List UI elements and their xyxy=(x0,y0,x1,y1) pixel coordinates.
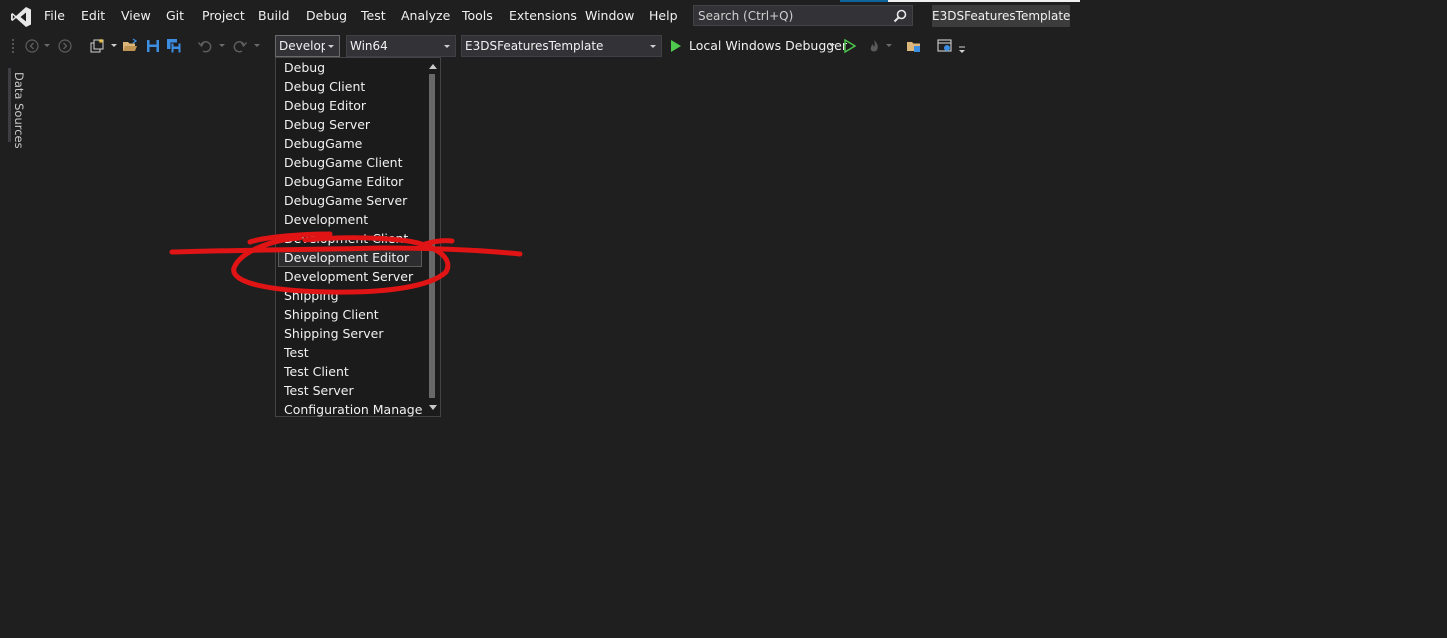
chevron-down-icon xyxy=(328,45,334,48)
menu-test[interactable]: Test xyxy=(361,8,386,24)
redo-dropdown-icon[interactable] xyxy=(254,44,260,47)
window-layout-icon[interactable] xyxy=(937,38,953,54)
startup-project-combo[interactable]: E3DSFeaturesTemplate xyxy=(461,35,662,57)
navigate-back-dropdown-icon[interactable] xyxy=(44,44,50,47)
scrollbar-thumb[interactable] xyxy=(429,74,435,398)
solution-configurations-combo[interactable]: Development Editor xyxy=(275,35,340,57)
dropdown-item[interactable]: Test xyxy=(278,344,422,362)
menu-window[interactable]: Window xyxy=(585,8,634,24)
hot-reload-icon[interactable] xyxy=(866,38,882,54)
navigate-forward-icon[interactable] xyxy=(57,38,73,54)
side-tab-indicator xyxy=(8,68,11,142)
menu-help[interactable]: Help xyxy=(649,8,678,24)
visual-studio-logo-icon[interactable] xyxy=(9,5,33,29)
dropdown-item[interactable]: Shipping Server xyxy=(278,325,422,343)
start-debugging-icon[interactable] xyxy=(670,39,682,53)
start-debugger-button[interactable]: Local Windows Debugger xyxy=(689,38,847,53)
open-folder-icon[interactable] xyxy=(122,38,138,54)
red-circle-annotation xyxy=(169,231,523,295)
new-project-icon[interactable] xyxy=(89,38,105,54)
dropdown-item[interactable]: Shipping Client xyxy=(278,306,422,324)
start-without-debugging-icon[interactable] xyxy=(843,38,857,54)
dropdown-item[interactable]: DebugGame Client xyxy=(278,154,422,172)
solution-explorer-folder-icon[interactable] xyxy=(906,38,922,54)
new-project-dropdown-icon[interactable] xyxy=(111,44,117,47)
data-sources-label: Data Sources xyxy=(12,72,26,149)
startup-project-value: E3DSFeaturesTemplate xyxy=(465,39,604,53)
solution-title: E3DSFeaturesTemplate xyxy=(932,5,1070,27)
scroll-up-icon[interactable] xyxy=(429,64,437,69)
dropdown-item[interactable]: Debug Editor xyxy=(278,97,422,115)
dropdown-item[interactable]: Shipping xyxy=(278,287,422,305)
dropdown-item[interactable]: Debug Client xyxy=(278,78,422,96)
hot-reload-dropdown-icon[interactable] xyxy=(886,44,892,47)
menu-view[interactable]: View xyxy=(121,8,151,24)
dropdown-scrollbar[interactable] xyxy=(426,60,438,414)
chevron-down-icon xyxy=(444,45,450,48)
dropdown-item[interactable]: Development xyxy=(278,211,422,229)
search-box[interactable] xyxy=(693,5,913,26)
dropdown-item[interactable]: Debug xyxy=(278,59,422,77)
dropdown-item[interactable]: DebugGame Server xyxy=(278,192,422,210)
toolbar-overflow-icon[interactable] xyxy=(958,44,966,54)
menu-project[interactable]: Project xyxy=(202,8,245,24)
search-input[interactable] xyxy=(698,7,884,24)
dropdown-item[interactable]: DebugGame Editor xyxy=(278,173,422,191)
menu-debug[interactable]: Debug xyxy=(306,8,347,24)
dropdown-item[interactable]: Development Server xyxy=(278,268,422,286)
dropdown-item[interactable]: Test Server xyxy=(278,382,422,400)
menu-git[interactable]: Git xyxy=(166,8,184,24)
dropdown-item[interactable]: Development Client xyxy=(278,230,422,248)
undo-icon[interactable] xyxy=(197,38,213,54)
menu-bar: File Edit View Git Project Build Debug T… xyxy=(0,0,1447,32)
configuration-value: Development Editor xyxy=(279,39,325,53)
dropdown-item[interactable]: DebugGame xyxy=(278,135,422,153)
navigate-back-icon[interactable] xyxy=(24,38,40,54)
debugger-dropdown-icon[interactable] xyxy=(829,44,835,47)
menu-analyze[interactable]: Analyze xyxy=(401,8,450,24)
redo-icon[interactable] xyxy=(232,38,248,54)
data-sources-tab[interactable]: Data Sources xyxy=(8,68,26,149)
configuration-dropdown-list[interactable]: Debug Debug Client Debug Editor Debug Se… xyxy=(275,57,441,417)
solution-platforms-combo[interactable]: Win64 xyxy=(346,35,456,57)
menu-edit[interactable]: Edit xyxy=(81,8,105,24)
save-all-icon[interactable] xyxy=(166,38,182,54)
undo-dropdown-icon[interactable] xyxy=(219,44,225,47)
configuration-manager-item[interactable]: Configuration Manager... xyxy=(278,401,422,419)
menu-tools[interactable]: Tools xyxy=(462,8,493,24)
menu-file[interactable]: File xyxy=(44,8,65,24)
dropdown-item[interactable]: Test Client xyxy=(278,363,422,381)
chevron-down-icon xyxy=(650,45,656,48)
menu-build[interactable]: Build xyxy=(258,8,289,24)
dropdown-item[interactable]: Debug Server xyxy=(278,116,422,134)
toolbar-grip[interactable] xyxy=(11,38,15,54)
save-icon[interactable] xyxy=(145,38,161,54)
scroll-down-icon[interactable] xyxy=(429,405,437,410)
platform-value: Win64 xyxy=(350,39,388,53)
dropdown-item-highlighted[interactable]: Development Editor xyxy=(278,249,422,267)
menu-extensions[interactable]: Extensions xyxy=(509,8,577,24)
search-icon[interactable] xyxy=(892,8,908,24)
